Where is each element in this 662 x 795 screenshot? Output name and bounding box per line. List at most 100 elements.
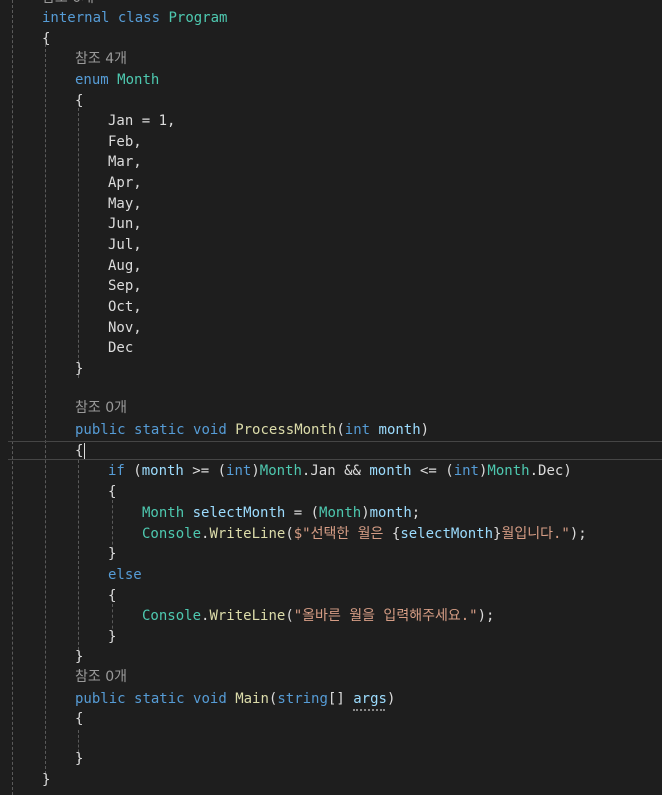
- code-token: if: [108, 463, 125, 479]
- code-token: selectMonth: [400, 526, 494, 542]
- code-token: Sep,: [108, 278, 142, 294]
- code-token: Month: [487, 463, 530, 479]
- code-token: }: [75, 751, 84, 767]
- code-line[interactable]: }: [75, 647, 83, 667]
- code-token: month: [378, 422, 421, 438]
- code-token: selectMonth: [192, 505, 286, 521]
- code-token: Month: [319, 505, 362, 521]
- code-line[interactable]: Month selectMonth = (Month)month;: [142, 503, 420, 523]
- code-line[interactable]: Nov,: [108, 318, 142, 338]
- code-token: month: [141, 463, 184, 479]
- code-token: 월입니다.": [501, 526, 570, 542]
- code-token: {: [75, 93, 84, 109]
- code-token: "올바른 월을 입력해주세요.": [293, 608, 478, 624]
- code-token: .: [529, 463, 539, 479]
- code-token: Aug,: [108, 258, 142, 274]
- code-token: Month: [259, 463, 302, 479]
- code-token: &&: [335, 463, 370, 479]
- code-token: int: [453, 463, 479, 479]
- code-token: class: [117, 10, 161, 26]
- code-line[interactable]: if (month >= (int)Month.Jan && month <= …: [108, 461, 572, 481]
- code-token: ;: [411, 505, 421, 521]
- code-token: Mar,: [108, 154, 142, 170]
- code-line[interactable]: else: [108, 565, 142, 585]
- code-token: ): [386, 691, 396, 707]
- code-token: {: [108, 588, 117, 604]
- code-line[interactable]: Dec: [108, 338, 133, 358]
- code-line[interactable]: }: [75, 749, 83, 769]
- code-line[interactable]: {: [75, 91, 83, 111]
- code-token: public: [75, 422, 126, 438]
- code-token: = (: [285, 505, 320, 521]
- code-token: $"선택한 월은: [293, 526, 392, 542]
- code-line[interactable]: Mar,: [108, 152, 142, 172]
- code-token: Month: [142, 505, 185, 521]
- reference-count-hint[interactable]: 참조 4개: [75, 51, 127, 67]
- reference-count-hint[interactable]: 참조 0개: [42, 0, 94, 6]
- code-token: (: [336, 422, 345, 438]
- code-line[interactable]: Jan = 1,: [108, 111, 175, 131]
- code-line[interactable]: Feb,: [108, 132, 142, 152]
- code-line[interactable]: }: [108, 544, 116, 564]
- code-token: >= (: [183, 463, 227, 479]
- code-line[interactable]: {: [108, 586, 116, 606]
- code-line[interactable]: internal class Program: [42, 8, 227, 28]
- code-token: Month: [117, 72, 160, 88]
- code-line[interactable]: public static void Main(string[] args): [75, 689, 395, 709]
- code-lens-reference-count[interactable]: 참조 0개: [75, 667, 127, 687]
- code-token: <= (: [411, 463, 454, 479]
- code-token: Jul,: [108, 237, 142, 253]
- code-line[interactable]: public static void ProcessMonth(int mont…: [75, 420, 429, 440]
- code-line[interactable]: }: [75, 359, 83, 379]
- code-token: Dec: [538, 463, 564, 479]
- code-line[interactable]: {: [108, 482, 116, 502]
- code-line[interactable]: {: [75, 441, 83, 461]
- indent-guide: [12, 0, 13, 795]
- code-token: }: [108, 629, 117, 645]
- code-token: {: [75, 443, 84, 459]
- code-token: Jan = 1,: [108, 113, 176, 129]
- code-lens-reference-count[interactable]: 참조 0개: [75, 398, 127, 418]
- code-line[interactable]: }: [42, 770, 50, 790]
- code-line[interactable]: Oct,: [108, 297, 142, 317]
- code-token: }: [108, 546, 117, 562]
- unused-parameter-squiggle: [353, 707, 385, 711]
- code-token: {: [75, 711, 84, 727]
- code-token: month: [369, 463, 412, 479]
- code-lens-reference-count[interactable]: 참조 4개: [75, 49, 127, 69]
- reference-count-hint[interactable]: 참조 0개: [75, 669, 127, 685]
- reference-count-hint[interactable]: 참조 0개: [75, 400, 127, 416]
- code-line[interactable]: {: [75, 709, 83, 729]
- code-token: );: [569, 526, 587, 542]
- code-token: (: [124, 463, 142, 479]
- code-line[interactable]: Jul,: [108, 235, 142, 255]
- code-line[interactable]: Jun,: [108, 214, 142, 234]
- code-line[interactable]: Apr,: [108, 173, 142, 193]
- indent-guide: [45, 44, 46, 779]
- code-token: Jun,: [108, 216, 142, 232]
- code-token: Console: [142, 608, 202, 624]
- code-token: (: [285, 608, 294, 624]
- code-line[interactable]: Aug,: [108, 256, 142, 276]
- code-token: ProcessMonth: [235, 422, 337, 438]
- code-editor[interactable]: 참조 0개 internal class Program {참조 4개 enum Mo…: [0, 0, 662, 795]
- code-token: Apr,: [108, 175, 142, 191]
- code-token: int: [344, 422, 371, 438]
- code-lens-reference-count[interactable]: 참조 0개: [42, 0, 94, 8]
- code-token: Nov,: [108, 320, 142, 336]
- code-token: }: [42, 772, 51, 788]
- code-line[interactable]: Sep,: [108, 276, 142, 296]
- code-token: void: [193, 422, 227, 438]
- code-line[interactable]: Console.WriteLine($"선택한 월은 {selectMonth}…: [142, 524, 587, 544]
- code-line[interactable]: }: [108, 627, 116, 647]
- code-line[interactable]: enum Month: [75, 70, 159, 90]
- code-token: enum: [75, 72, 109, 88]
- code-line[interactable]: May,: [108, 194, 142, 214]
- code-line[interactable]: {: [42, 29, 50, 49]
- code-line[interactable]: Console.WriteLine("올바른 월을 입력해주세요.");: [142, 606, 494, 626]
- code-token: Main: [235, 691, 269, 707]
